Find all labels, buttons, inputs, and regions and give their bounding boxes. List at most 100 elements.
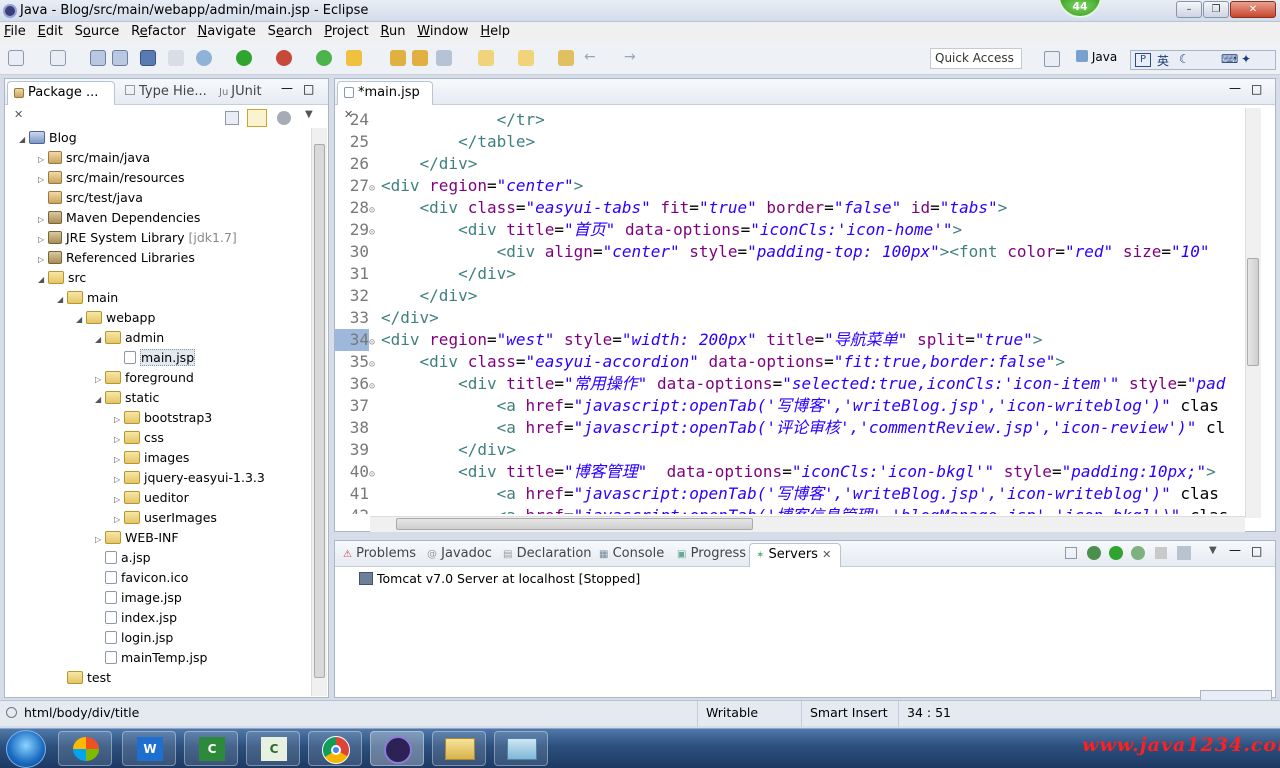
restore-button[interactable]: ❐ bbox=[1203, 1, 1229, 18]
open-folder-icon[interactable] bbox=[412, 50, 428, 66]
collapsed-arrow-icon[interactable]: ▷ bbox=[38, 210, 48, 230]
menu-project[interactable]: Project bbox=[320, 22, 373, 41]
last-edit-icon[interactable] bbox=[558, 50, 574, 66]
tree-item[interactable]: image.jsp bbox=[95, 588, 182, 608]
tree-item[interactable]: mainTemp.jsp bbox=[95, 648, 207, 668]
minimize-view-icon[interactable]: — bbox=[1229, 81, 1241, 95]
run-icon[interactable] bbox=[236, 50, 252, 66]
tree-item[interactable]: ◢ admin bbox=[95, 328, 164, 348]
code-line[interactable]: 39 </div> bbox=[335, 439, 516, 461]
tree-item[interactable]: favicon.ico bbox=[95, 568, 188, 588]
tab-type-hierarchy[interactable]: Type Hie... bbox=[119, 81, 213, 105]
quick-access-input[interactable]: Quick Access bbox=[930, 48, 1022, 69]
menu-edit[interactable]: Edit bbox=[34, 22, 67, 41]
tree-item[interactable]: ▷ ueditor bbox=[114, 488, 189, 508]
tree-item[interactable]: ▷ foreground bbox=[95, 368, 194, 388]
tree-item[interactable]: a.jsp bbox=[95, 548, 151, 568]
collapsed-arrow-icon[interactable]: ▷ bbox=[38, 230, 48, 250]
close-icon[interactable]: ✕ bbox=[822, 548, 831, 561]
taskbar-app-other[interactable] bbox=[494, 731, 548, 766]
view-menu-icon[interactable] bbox=[277, 111, 291, 125]
taskbar-app-mixed[interactable] bbox=[58, 731, 112, 766]
next-annotation-icon[interactable] bbox=[478, 50, 494, 66]
tree-item[interactable]: ▷ Referenced Libraries bbox=[38, 248, 195, 268]
collapsed-arrow-icon[interactable]: ▷ bbox=[114, 490, 124, 510]
minimize-view-icon[interactable]: — bbox=[1229, 543, 1241, 557]
tab-package-explorer[interactable]: Package ... ✕ bbox=[7, 81, 115, 121]
tree-item[interactable]: ▷ Maven Dependencies bbox=[38, 208, 200, 228]
close-button[interactable]: ✕ bbox=[1230, 1, 1276, 18]
menu-source[interactable]: Source bbox=[71, 22, 124, 41]
tree-item[interactable]: ◢ Blog bbox=[19, 128, 77, 148]
tab-servers[interactable]: ✶ Servers ✕ bbox=[749, 543, 841, 567]
code-line[interactable]: 35⊝ <div class="easyui-accordion" data-o… bbox=[335, 351, 1065, 373]
code-line[interactable]: 40⊝ <div title="博客管理" data-options="icon… bbox=[335, 461, 1216, 483]
open-perspective-icon[interactable] bbox=[1044, 51, 1060, 67]
coverage-icon[interactable] bbox=[316, 50, 332, 66]
collapsed-arrow-icon[interactable]: ▷ bbox=[95, 370, 105, 390]
save-icon[interactable] bbox=[90, 50, 106, 66]
open-type-icon[interactable] bbox=[390, 50, 406, 66]
maximize-view-icon[interactable]: □ bbox=[303, 82, 314, 96]
code-line[interactable]: 36⊝ <div title="常用操作" data-options="sele… bbox=[335, 373, 1226, 395]
code-line[interactable]: 29⊝ <div title="首页" data-options="iconCl… bbox=[335, 219, 962, 241]
code-line[interactable]: 31 </div> bbox=[335, 263, 516, 285]
collapsed-arrow-icon[interactable]: ▷ bbox=[114, 430, 124, 450]
code-line[interactable]: 33 </div> bbox=[335, 307, 439, 329]
tree-item[interactable]: login.jsp bbox=[95, 628, 173, 648]
taskbar-app-chrome[interactable] bbox=[308, 731, 362, 766]
save-all-icon[interactable] bbox=[112, 50, 128, 66]
code-line[interactable]: 37 <a href="javascript:openTab('写博客','wr… bbox=[335, 395, 1219, 417]
code-line[interactable]: 28⊝ <div class="easyui-tabs" fit="true" … bbox=[335, 197, 1008, 219]
tree-item[interactable]: ▷ src/main/java bbox=[38, 148, 150, 168]
editor-vertical-scroll-thumb[interactable] bbox=[1247, 258, 1259, 366]
collapsed-arrow-icon[interactable]: ▷ bbox=[38, 150, 48, 170]
expanded-arrow-icon[interactable]: ◢ bbox=[76, 310, 86, 330]
tree-item[interactable]: ▷ bootstrap3 bbox=[114, 408, 212, 428]
expanded-arrow-icon[interactable]: ◢ bbox=[95, 330, 105, 350]
code-line[interactable]: 42 <a href="javascript:openTab('博客信息管理',… bbox=[335, 505, 1229, 514]
tree-item[interactable]: ▷ WEB-INF bbox=[95, 528, 179, 548]
code-line[interactable]: 38 <a href="javascript:openTab('评论审核','c… bbox=[335, 417, 1226, 439]
code-line[interactable]: 25 </table> bbox=[335, 131, 535, 153]
code-line[interactable]: 41 <a href="javascript:openTab('写博客','wr… bbox=[335, 483, 1219, 505]
minimize-button[interactable]: – bbox=[1176, 1, 1202, 18]
debug-server-icon[interactable] bbox=[1087, 546, 1101, 560]
tab-problems[interactable]: ⚠ Problems bbox=[337, 543, 422, 567]
debug-icon[interactable] bbox=[196, 50, 212, 66]
collapsed-arrow-icon[interactable]: ▷ bbox=[114, 510, 124, 530]
taskbar-app-eclipse[interactable] bbox=[370, 731, 424, 766]
expanded-arrow-icon[interactable]: ◢ bbox=[95, 390, 105, 410]
maximize-view-icon[interactable]: □ bbox=[1251, 82, 1262, 96]
code-line[interactable]: 32 </div> bbox=[335, 285, 478, 307]
tree-scroll-thumb[interactable] bbox=[314, 144, 325, 678]
collapsed-arrow-icon[interactable]: ▷ bbox=[114, 450, 124, 470]
editor-horizontal-scroll-thumb[interactable] bbox=[396, 518, 753, 530]
tree-item[interactable]: ◢ static bbox=[95, 388, 159, 408]
chevron-down-icon[interactable]: ▼ bbox=[1209, 545, 1217, 556]
code-line[interactable]: 34⊝ <div region="west" style="width: 200p… bbox=[335, 329, 1042, 351]
forward-icon[interactable]: → bbox=[624, 50, 640, 66]
expanded-arrow-icon[interactable]: ◢ bbox=[57, 290, 67, 310]
collapsed-arrow-icon[interactable]: ▷ bbox=[114, 410, 124, 430]
expanded-arrow-icon[interactable]: ◢ bbox=[38, 270, 48, 290]
taskbar-app-camtasia-recorder[interactable]: C bbox=[246, 731, 300, 766]
code-editor[interactable]: 24 </tr> 25 </table> 26 </div> 27⊝ <div regi… bbox=[335, 109, 1245, 514]
collapse-icon[interactable] bbox=[1065, 547, 1077, 559]
start-button[interactable] bbox=[6, 730, 46, 768]
tab-console[interactable]: ▦ Console bbox=[593, 543, 670, 567]
taskbar-app-explorer[interactable] bbox=[432, 731, 486, 766]
code-line[interactable]: 24 </tr> bbox=[335, 109, 545, 131]
back-icon[interactable]: ← bbox=[584, 50, 600, 66]
prev-annotation-icon[interactable] bbox=[518, 50, 534, 66]
menu-window[interactable]: Window bbox=[413, 22, 472, 41]
ime-toolbar[interactable]: P 英 ☾ ⌨ ✦ bbox=[1130, 50, 1276, 70]
tree-item[interactable]: test bbox=[57, 668, 111, 688]
tree-item[interactable]: ▷ src/main/resources bbox=[38, 168, 184, 188]
profile-server-icon[interactable] bbox=[1131, 546, 1145, 560]
tree-scrollbar[interactable] bbox=[311, 128, 327, 696]
collapsed-arrow-icon[interactable]: ▷ bbox=[114, 470, 124, 490]
code-line[interactable]: 27⊝ <div region="center"> bbox=[335, 175, 584, 197]
tree-item[interactable]: main.jsp bbox=[114, 348, 196, 368]
tree-item[interactable]: ▷ css bbox=[114, 428, 164, 448]
